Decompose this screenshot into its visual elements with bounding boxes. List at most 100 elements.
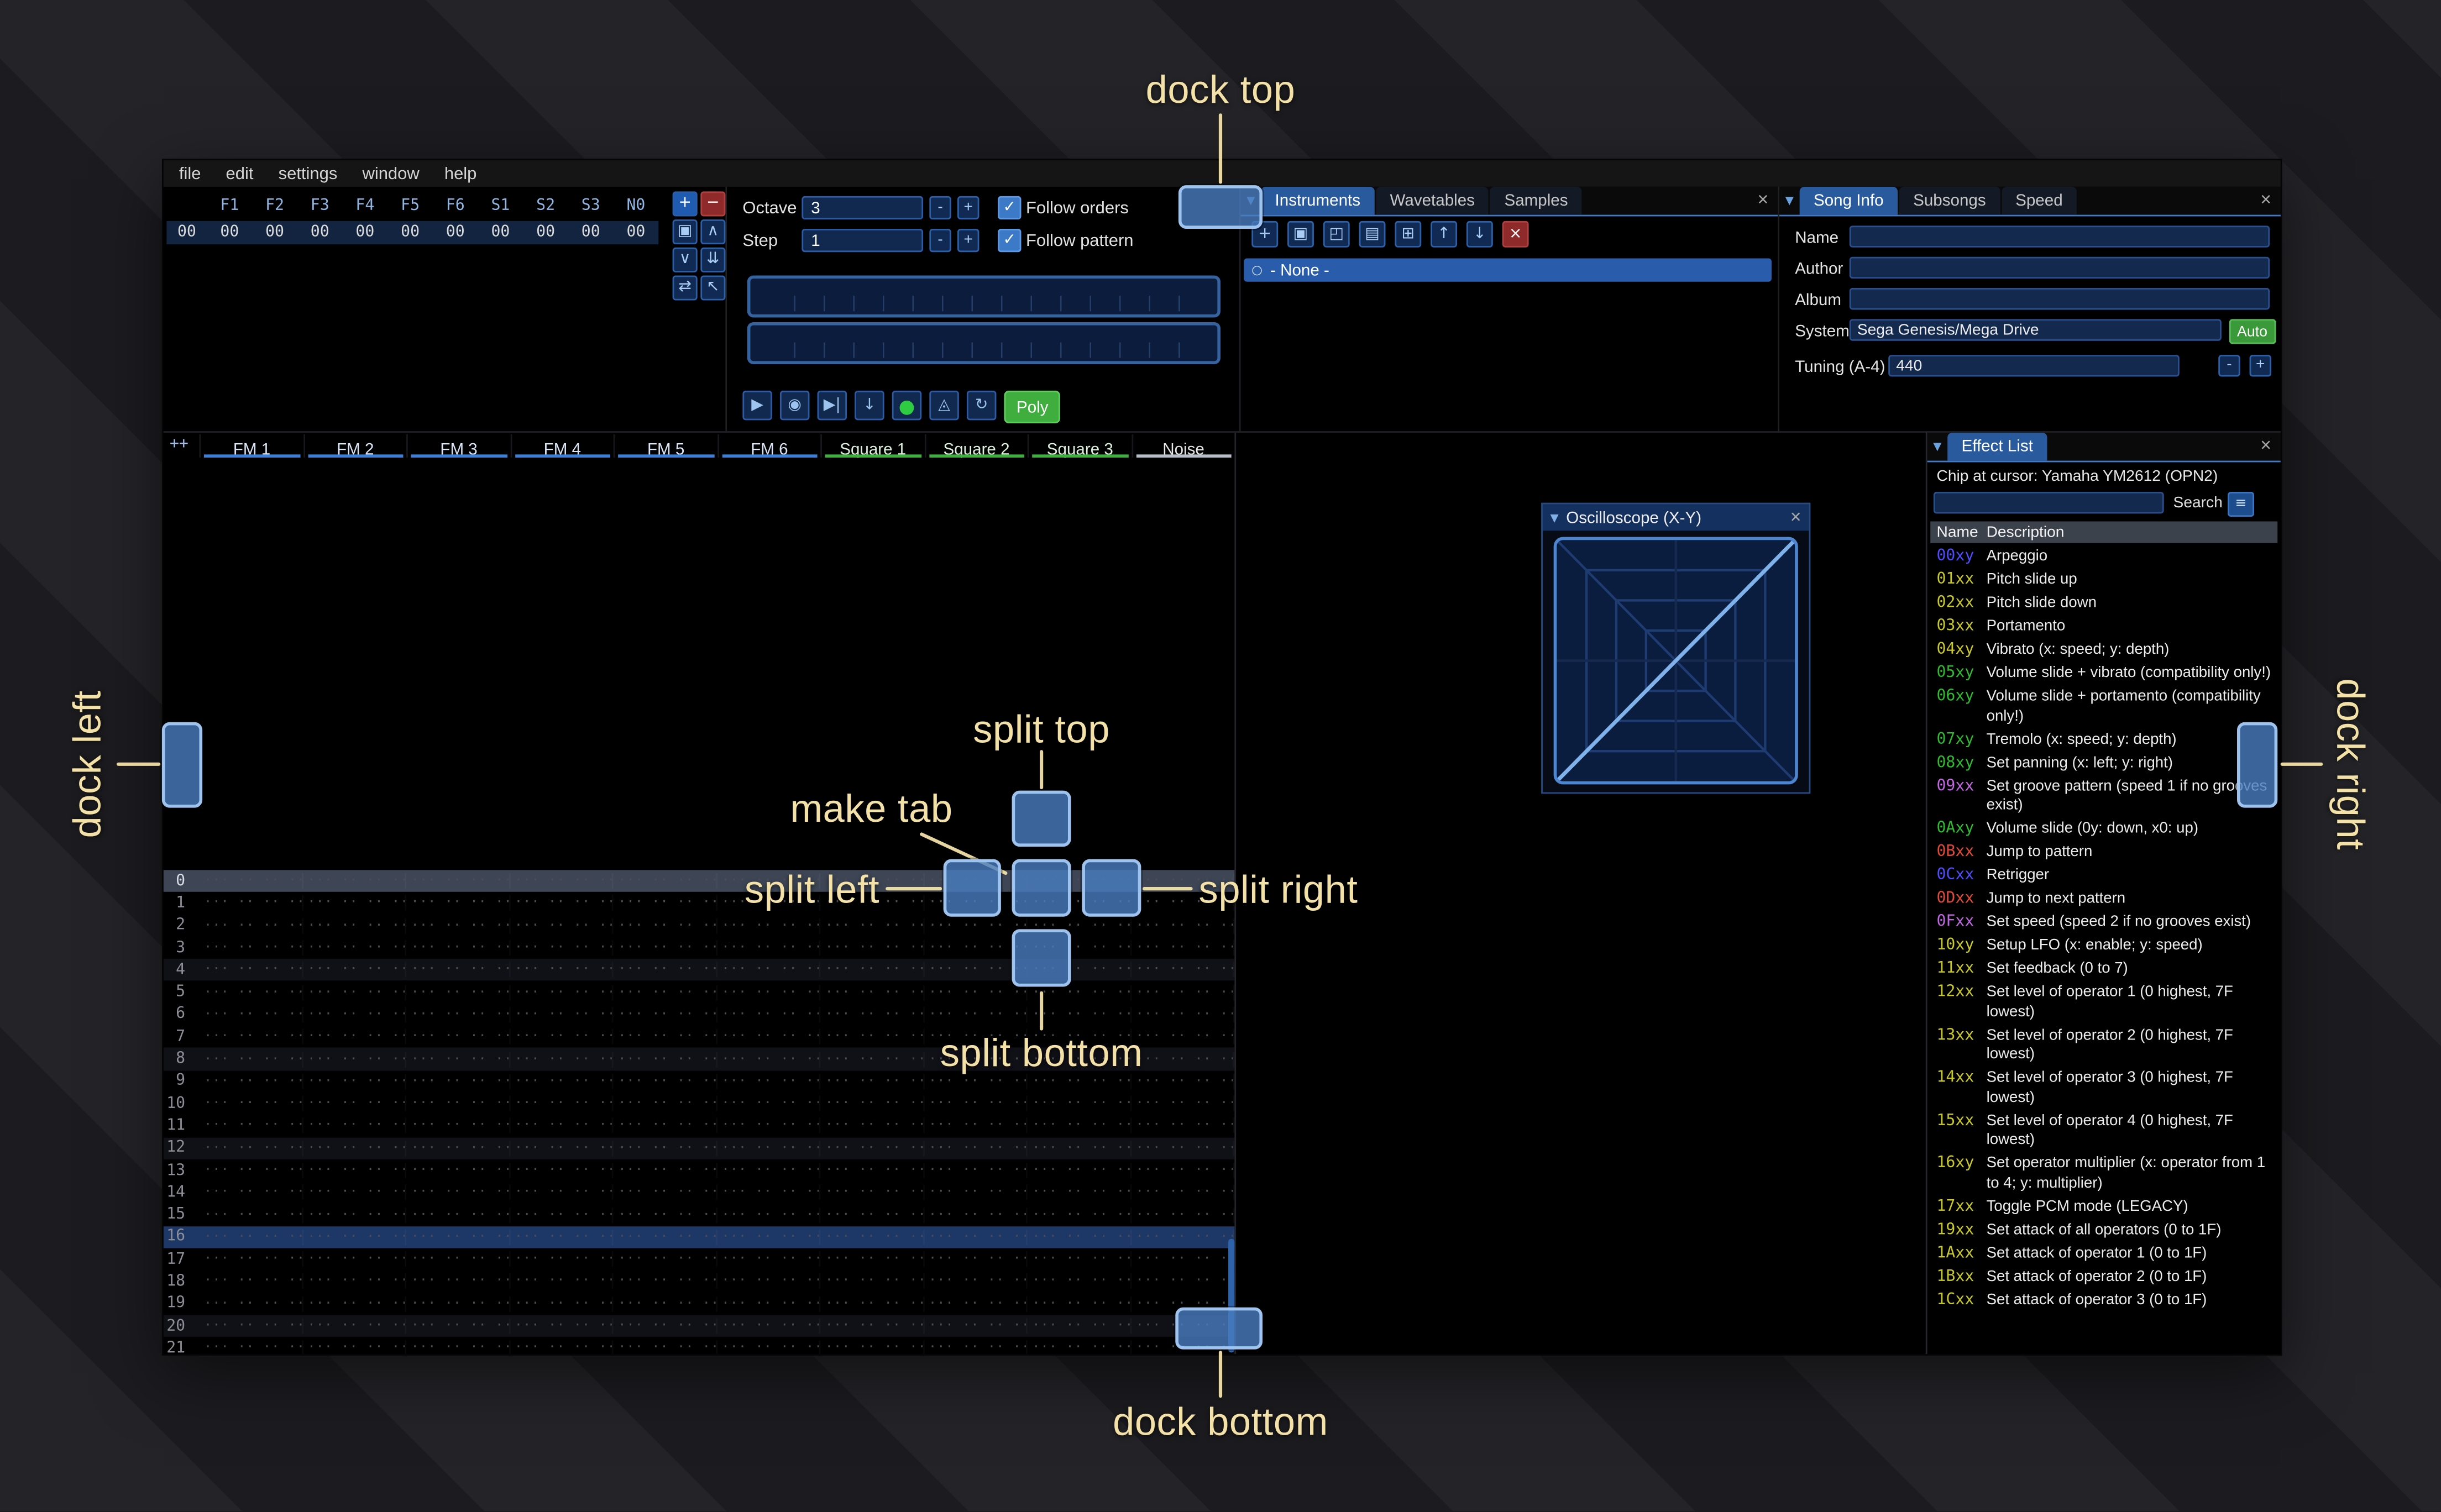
pattern-cell[interactable]: ··· ·· ·· ···· xyxy=(614,1341,717,1354)
pattern-cell[interactable]: ··· ·· ·· ···· xyxy=(717,1341,820,1354)
effect-row[interactable]: 05xy Volume slide + vibrato (compatibilit… xyxy=(1927,663,2278,686)
pattern-cell[interactable]: ··· ·· ·· ···· xyxy=(406,1029,510,1044)
pattern-cell[interactable]: ··· ·· ·· ···· xyxy=(510,1096,613,1111)
order-cell[interactable]: 00 xyxy=(433,224,478,242)
pattern-cell[interactable]: ··· ·· ·· ···· xyxy=(510,896,613,911)
pattern-cell[interactable]: ··· ·· ·· ···· xyxy=(303,962,406,978)
instrument-folder-button[interactable]: ⊞ xyxy=(1395,221,1422,248)
pattern-cell[interactable]: ··· ·· ·· ···· xyxy=(924,1141,1027,1156)
pattern-cell[interactable]: ··· ·· ·· ···· xyxy=(820,940,924,956)
pattern-cell[interactable]: ··· ·· ·· ···· xyxy=(717,1074,820,1089)
pattern-cell[interactable]: ··· ·· ·· ···· xyxy=(510,1029,613,1044)
pattern-cell[interactable]: ··· ·· ·· ···· xyxy=(717,1051,820,1067)
pattern-cell[interactable]: ··· ·· ·· ···· xyxy=(199,918,302,933)
order-cell[interactable]: 00 xyxy=(568,224,614,242)
pattern-cell[interactable]: ··· ·· ·· ···· xyxy=(614,1118,717,1133)
effect-row[interactable]: 14xx Set level of operator 3 (0 highest, … xyxy=(1927,1068,2278,1110)
pattern-cell[interactable]: ··· ·· ·· ···· xyxy=(406,1274,510,1289)
pattern-cell[interactable]: ··· ·· ·· ···· xyxy=(924,1230,1027,1245)
pattern-cell[interactable]: ··· ·· ·· ···· xyxy=(1028,1096,1131,1111)
pattern-cell[interactable]: ··· ·· ·· ···· xyxy=(717,1118,820,1133)
pattern-cell[interactable]: ··· ·· ·· ···· xyxy=(1131,962,1234,978)
pattern-cell[interactable]: ··· ·· ·· ···· xyxy=(199,1230,302,1245)
pattern-cell[interactable]: ··· ·· ·· ···· xyxy=(820,1252,924,1267)
pattern-cell[interactable]: ··· ·· ·· ···· xyxy=(820,1296,924,1311)
effect-row[interactable]: 1Axx Set attack of operator 1 (0 to 1F) xyxy=(1927,1243,2278,1266)
pattern-cell[interactable]: ··· ·· ·· ···· xyxy=(924,1252,1027,1267)
tab-samples[interactable]: Samples xyxy=(1490,186,1582,215)
play-pattern-button[interactable]: ◉ xyxy=(779,390,810,421)
pattern-cell[interactable]: ··· ·· ·· ···· xyxy=(406,1051,510,1067)
close-icon[interactable]: × xyxy=(1790,506,1801,527)
pattern-cell[interactable]: ··· ·· ·· ···· xyxy=(406,962,510,978)
pattern-cell[interactable]: ··· ·· ·· ···· xyxy=(924,1274,1027,1289)
pattern-cell[interactable]: ··· ·· ·· ···· xyxy=(199,896,302,911)
pattern-cell[interactable]: ··· ·· ·· ···· xyxy=(510,940,613,956)
pattern-cell[interactable]: ··· ·· ·· ···· xyxy=(924,1163,1027,1178)
pattern-cell[interactable]: ··· ·· ·· ···· xyxy=(614,1051,717,1067)
pattern-cell[interactable]: ··· ·· ·· ···· xyxy=(717,1319,820,1334)
pattern-cell[interactable]: ··· ·· ·· ···· xyxy=(614,1029,717,1044)
pattern-cell[interactable]: ··· ·· ·· ···· xyxy=(303,1319,406,1334)
pattern-cell[interactable]: ··· ·· ·· ···· xyxy=(406,1319,510,1334)
effect-row[interactable]: 12xx Set level of operator 1 (0 highest, … xyxy=(1927,982,2278,1025)
pattern-cell[interactable]: ··· ·· ·· ···· xyxy=(510,1118,613,1133)
pattern-cell[interactable]: ··· ·· ·· ···· xyxy=(303,1074,406,1089)
pattern-cell[interactable]: ··· ·· ·· ···· xyxy=(406,1341,510,1354)
pattern-cell[interactable]: ··· ·· ·· ···· xyxy=(820,962,924,978)
pattern-cell[interactable]: ··· ·· ·· ···· xyxy=(1028,1341,1131,1354)
instrument-move-up-button[interactable]: ↑ xyxy=(1431,221,1458,248)
channel-header-fm-3[interactable]: FM 3 xyxy=(406,434,510,459)
split-right-target[interactable] xyxy=(1082,859,1141,917)
pattern-cell[interactable]: ··· ·· ·· ···· xyxy=(614,1185,717,1200)
octave-input[interactable]: 3 xyxy=(802,196,924,220)
order-move-up-button[interactable]: ∧ xyxy=(700,219,726,245)
pattern-cell[interactable]: ··· ·· ·· ···· xyxy=(614,1074,717,1089)
order-cell[interactable]: 00 xyxy=(387,224,433,242)
split-left-target[interactable] xyxy=(943,859,1001,917)
effect-row[interactable]: 13xx Set level of operator 2 (0 highest, … xyxy=(1927,1025,2278,1068)
oscilloscope-title-bar[interactable]: ▼ Oscilloscope (X-Y) × xyxy=(1542,504,1809,531)
effect-row[interactable]: 02xx Pitch slide down xyxy=(1927,593,2278,616)
pattern-cell[interactable]: ··· ·· ·· ···· xyxy=(820,1319,924,1334)
pattern-cell[interactable]: ··· ·· ·· ···· xyxy=(510,1252,613,1267)
pattern-cell[interactable]: ··· ·· ·· ···· xyxy=(820,1074,924,1089)
effect-row[interactable]: 11xx Set feedback (0 to 7) xyxy=(1927,959,2278,982)
effect-row[interactable]: 0Dxx Jump to next pattern xyxy=(1927,889,2278,912)
pattern-cell[interactable]: ··· ·· ·· ···· xyxy=(1131,1029,1234,1044)
effect-row[interactable]: 17xx Toggle PCM mode (LEGACY) xyxy=(1927,1196,2278,1219)
pattern-cell[interactable]: ··· ·· ·· ···· xyxy=(614,1296,717,1311)
pattern-cell[interactable]: ··· ·· ·· ···· xyxy=(303,1252,406,1267)
effect-row[interactable]: 10xy Setup LFO (x: enable; y: speed) xyxy=(1927,936,2278,959)
pattern-cell[interactable]: ··· ·· ·· ···· xyxy=(1028,1296,1131,1311)
pattern-cell[interactable]: ··· ·· ·· ···· xyxy=(406,985,510,1000)
pattern-cell[interactable]: ··· ·· ·· ···· xyxy=(717,1185,820,1200)
pattern-cell[interactable]: ··· ·· ·· ···· xyxy=(510,1074,613,1089)
pattern-cell[interactable]: ··· ·· ·· ···· xyxy=(1028,1274,1131,1289)
pattern-cell[interactable]: ··· ·· ·· ···· xyxy=(199,1185,302,1200)
pattern-cell[interactable]: ··· ·· ·· ···· xyxy=(303,1007,406,1022)
pattern-cell[interactable]: ··· ·· ·· ···· xyxy=(614,985,717,1000)
effect-row[interactable]: 0Fxx Set speed (speed 2 if no grooves exi… xyxy=(1927,912,2278,935)
pattern-cell[interactable]: ··· ·· ·· ···· xyxy=(510,1319,613,1334)
effect-row[interactable]: 1Bxx Set attack of operator 2 (0 to 1F) xyxy=(1927,1266,2278,1289)
pattern-cell[interactable]: ··· ·· ·· ···· xyxy=(820,1230,924,1245)
effect-row[interactable]: 0Cxx Retrigger xyxy=(1927,865,2278,889)
pattern-cell[interactable]: ··· ·· ·· ···· xyxy=(820,1207,924,1222)
orders-selected-row[interactable]: 00 00 00 00 00 00 00 00 00 00 00 xyxy=(166,221,659,245)
split-top-target[interactable] xyxy=(1012,790,1071,847)
pattern-cell[interactable]: ··· ·· ·· ···· xyxy=(303,1230,406,1245)
pattern-cell[interactable]: ··· ·· ·· ···· xyxy=(510,918,613,933)
step-row-button[interactable]: ↓ xyxy=(855,390,884,421)
pattern-cell[interactable]: ··· ·· ·· ···· xyxy=(614,962,717,978)
pattern-cell[interactable]: ··· ·· ·· ···· xyxy=(1028,1185,1131,1200)
pattern-cell[interactable]: ··· ·· ·· ···· xyxy=(406,1096,510,1111)
pattern-cell[interactable]: ··· ·· ·· ···· xyxy=(1028,1252,1131,1267)
pattern-cell[interactable]: ··· ·· ·· ···· xyxy=(1131,1230,1234,1245)
close-icon[interactable]: × xyxy=(2260,188,2271,210)
pattern-cell[interactable]: ··· ·· ·· ···· xyxy=(303,1029,406,1044)
pattern-cell[interactable]: ··· ·· ·· ···· xyxy=(406,1141,510,1156)
pattern-cell[interactable]: ··· ·· ·· ···· xyxy=(717,1274,820,1289)
pattern-cell[interactable]: ··· ·· ·· ···· xyxy=(1028,985,1131,1000)
octave-increase-button[interactable]: + xyxy=(957,196,979,220)
